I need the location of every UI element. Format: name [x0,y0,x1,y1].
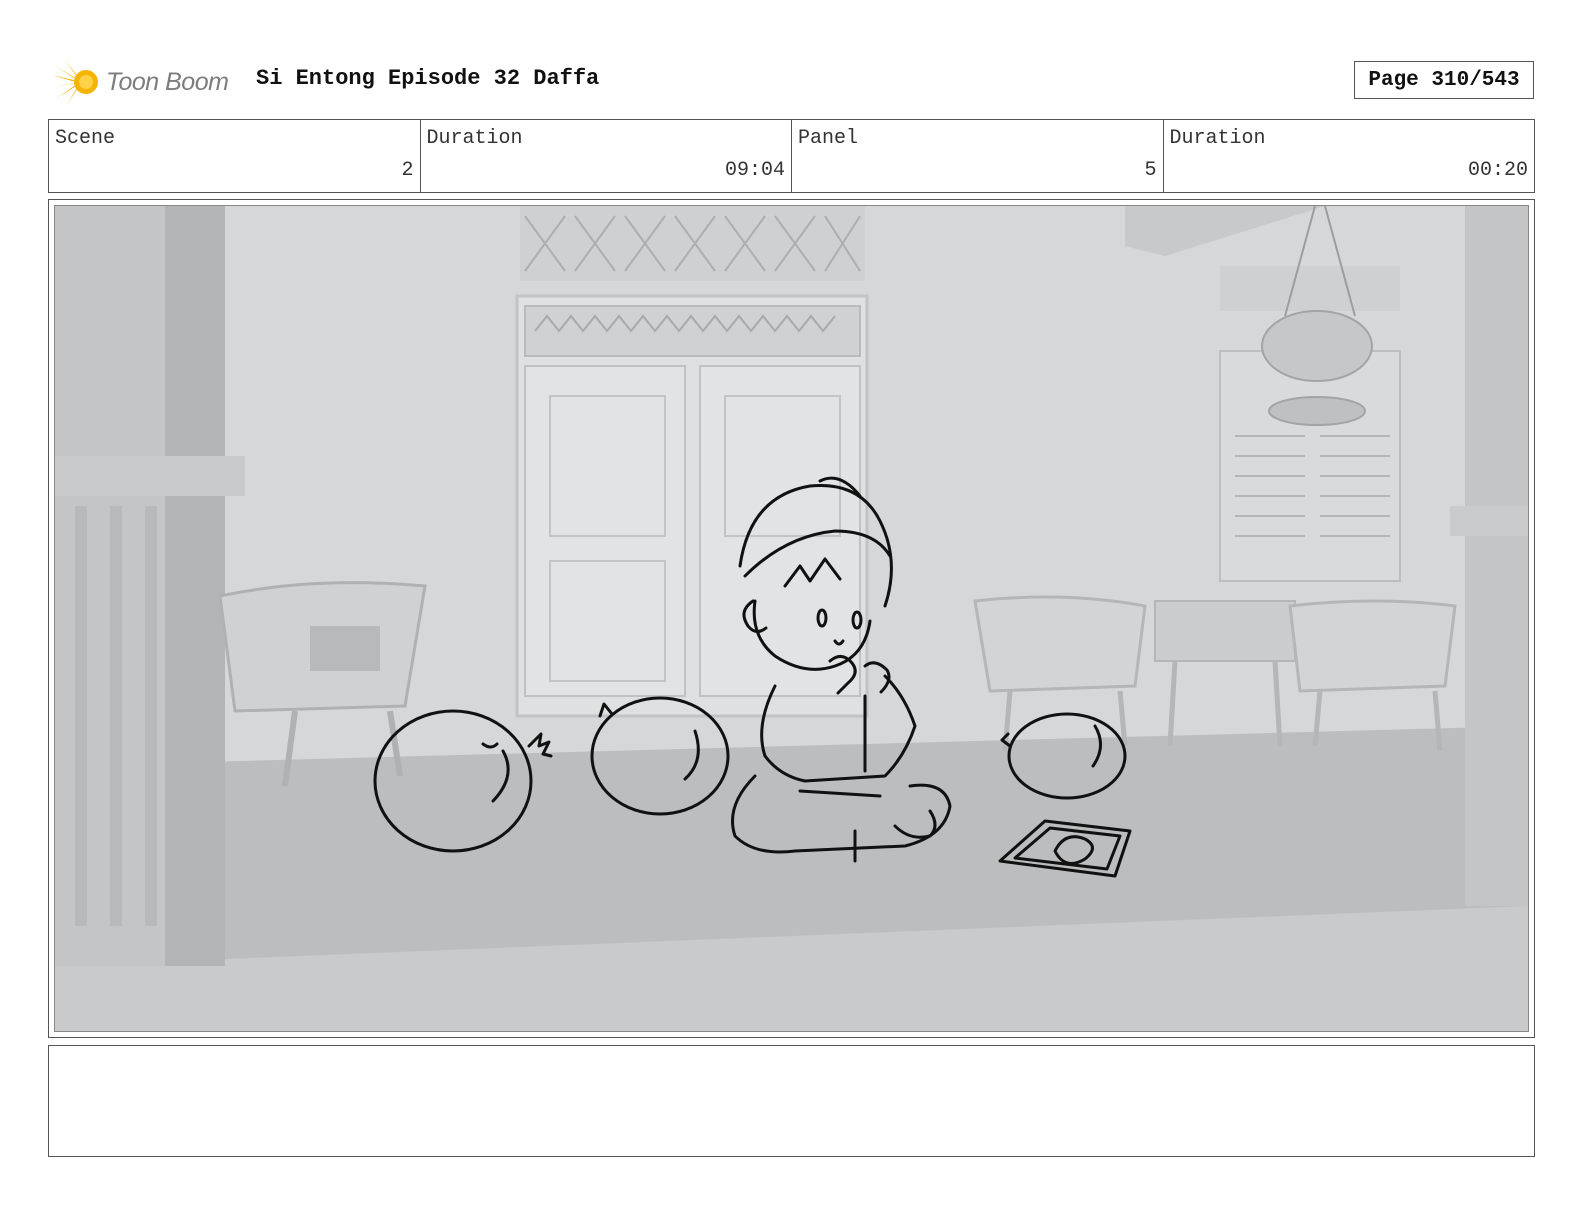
toon-boom-starburst-icon [52,59,98,106]
panel-duration-value: 00:20 [1467,159,1528,182]
storyboard-sketch-image [54,205,1529,1032]
scene-label: Scene [55,127,116,150]
scene-cell: Scene 2 [49,120,421,192]
page-indicator: Page 310/543 [1354,61,1534,99]
scene-info-row: Scene 2 Duration 09:04 Panel 5 Duration … [48,119,1535,193]
scene-duration-cell: Duration 09:04 [421,120,792,192]
storyboard-panel-frame [48,199,1535,1038]
scene-duration-value: 09:04 [724,159,785,182]
panel-value: 5 [1144,159,1157,182]
panel-duration-label: Duration [1169,127,1266,150]
panel-cell: Panel 5 [792,120,1164,192]
toon-boom-logo: Toon Boom [52,56,242,108]
scene-value: 2 [401,159,414,182]
logo-text: Toon Boom [106,67,229,96]
panel-drawing [55,206,1528,1031]
panel-label: Panel [798,127,859,150]
panel-duration-cell: Duration 00:20 [1164,120,1535,192]
panel-notes-box [48,1045,1535,1157]
document-title: Si Entong Episode 32 Daffa [256,66,600,91]
scene-duration-label: Duration [426,127,523,150]
